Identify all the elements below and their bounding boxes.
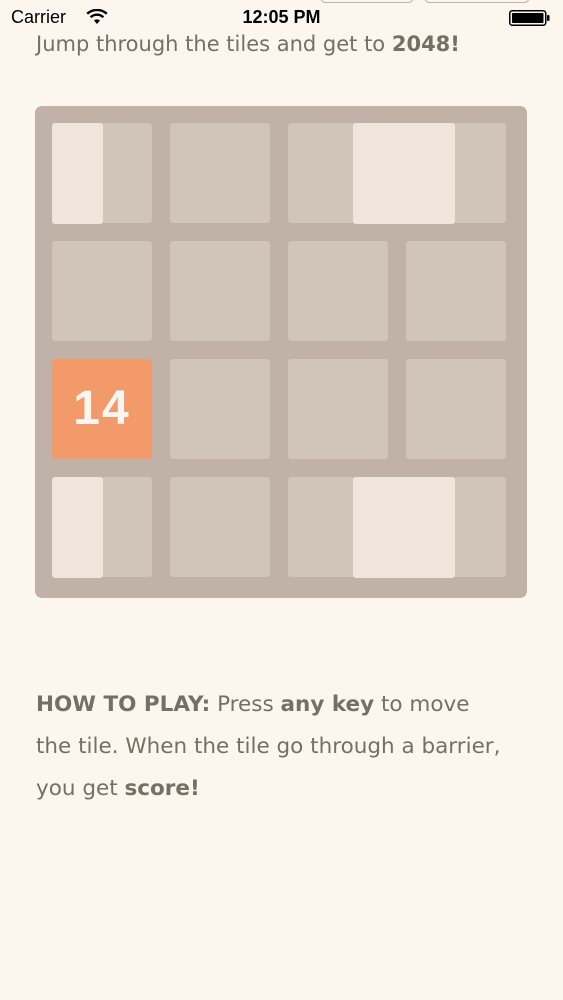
barrier-tile (52, 477, 103, 578)
board-cell (406, 359, 506, 459)
board-cell (170, 123, 270, 223)
board-cell (288, 241, 388, 341)
board-cell (170, 359, 270, 459)
board-cell (406, 241, 506, 341)
how-to-play-label: HOW TO PLAY: (36, 692, 211, 717)
how-to-play-key: any key (280, 692, 375, 717)
intro-goal: 2048! (391, 32, 460, 56)
top-control-edge (320, 0, 414, 3)
top-control-edge (424, 0, 530, 3)
player-tile: 14 (52, 359, 152, 459)
board-cell (52, 241, 152, 341)
barrier-tile (52, 123, 103, 224)
game-board[interactable]: 14 (35, 106, 527, 598)
clock: 12:05 PM (242, 7, 321, 27)
board-cell (288, 359, 388, 459)
barrier-tile (353, 477, 455, 578)
board-cell (170, 477, 270, 577)
how-to-play-score: score! (124, 776, 200, 801)
barrier-tile (353, 123, 455, 224)
board-cell (170, 241, 270, 341)
status-bar: Carrier 12:05 PM (0, 0, 563, 36)
how-to-play-text: Press (210, 692, 281, 717)
how-to-play: HOW TO PLAY: Press any key to move the t… (36, 684, 506, 810)
intro-prefix: Jump through the tiles and get to (36, 32, 392, 56)
battery-icon (509, 10, 550, 26)
intro-text: Jump through the tiles and get to 2048! (36, 32, 460, 56)
